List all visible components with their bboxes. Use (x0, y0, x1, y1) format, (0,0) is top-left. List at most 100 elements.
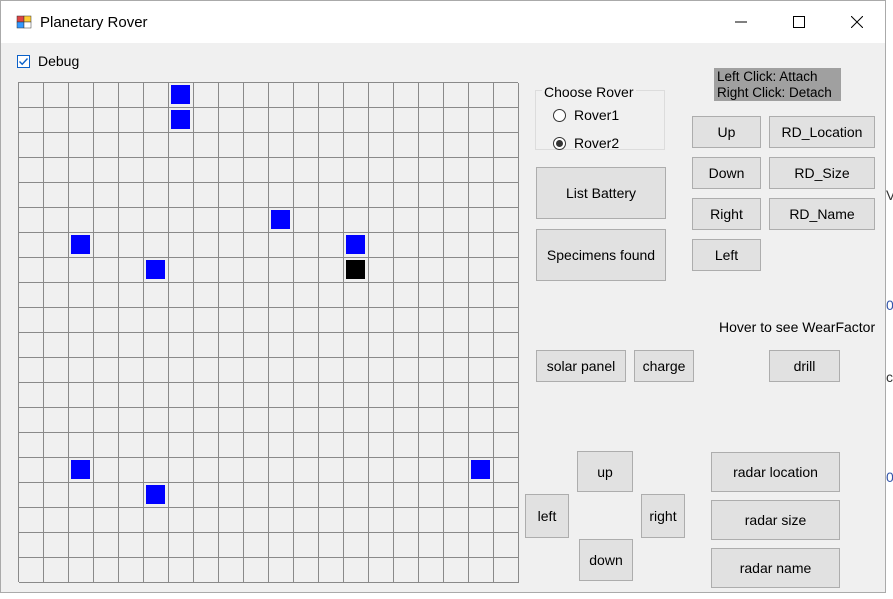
grid-cell[interactable] (444, 533, 469, 558)
grid-cell[interactable] (44, 183, 69, 208)
grid-cell[interactable] (119, 458, 144, 483)
grid-cell[interactable] (369, 183, 394, 208)
grid-cell[interactable] (369, 208, 394, 233)
left-button[interactable]: Left (692, 239, 761, 271)
grid-cell[interactable] (469, 333, 494, 358)
grid-cell[interactable] (169, 408, 194, 433)
grid-cell[interactable] (394, 558, 419, 583)
grid-cell[interactable] (219, 258, 244, 283)
grid-cell[interactable] (219, 383, 244, 408)
grid-cell[interactable] (19, 433, 44, 458)
grid-cell[interactable] (19, 183, 44, 208)
grid-cell[interactable] (344, 308, 369, 333)
grid-cell[interactable] (19, 383, 44, 408)
grid-cell[interactable] (44, 458, 69, 483)
grid-cell[interactable] (44, 258, 69, 283)
grid-cell[interactable] (19, 508, 44, 533)
grid-cell[interactable] (494, 108, 519, 133)
rover-grid[interactable] (18, 82, 519, 583)
grid-cell[interactable] (294, 183, 319, 208)
grid-cell[interactable] (269, 133, 294, 158)
grid-cell[interactable] (344, 233, 369, 258)
grid-cell[interactable] (19, 533, 44, 558)
grid-cell[interactable] (294, 308, 319, 333)
grid-cell[interactable] (344, 158, 369, 183)
grid-cell[interactable] (494, 183, 519, 208)
grid-cell[interactable] (169, 333, 194, 358)
grid-cell[interactable] (494, 383, 519, 408)
grid-cell[interactable] (69, 433, 94, 458)
grid-cell[interactable] (194, 558, 219, 583)
grid-cell[interactable] (44, 83, 69, 108)
grid-cell[interactable] (194, 233, 219, 258)
grid-cell[interactable] (169, 483, 194, 508)
grid-cell[interactable] (69, 508, 94, 533)
grid-cell[interactable] (219, 208, 244, 233)
grid-cell[interactable] (369, 308, 394, 333)
grid-cell[interactable] (444, 283, 469, 308)
grid-cell[interactable] (294, 433, 319, 458)
grid-cell[interactable] (244, 433, 269, 458)
grid-cell[interactable] (69, 333, 94, 358)
grid-cell[interactable] (169, 558, 194, 583)
grid-cell[interactable] (444, 208, 469, 233)
grid-cell[interactable] (69, 283, 94, 308)
grid-cell[interactable] (94, 558, 119, 583)
grid-cell[interactable] (419, 558, 444, 583)
grid-cell[interactable] (169, 358, 194, 383)
grid-cell[interactable] (244, 208, 269, 233)
rd-name-button[interactable]: RD_Name (769, 198, 875, 230)
grid-cell[interactable] (194, 433, 219, 458)
grid-cell[interactable] (494, 83, 519, 108)
grid-cell[interactable] (69, 108, 94, 133)
grid-cell[interactable] (294, 558, 319, 583)
grid-cell[interactable] (194, 208, 219, 233)
grid-cell[interactable] (194, 258, 219, 283)
grid-cell[interactable] (269, 308, 294, 333)
grid-cell[interactable] (444, 258, 469, 283)
grid-cell[interactable] (19, 108, 44, 133)
rd-size-button[interactable]: RD_Size (769, 157, 875, 189)
grid-cell[interactable] (369, 508, 394, 533)
grid-cell[interactable] (469, 458, 494, 483)
grid-cell[interactable] (194, 383, 219, 408)
grid-cell[interactable] (219, 83, 244, 108)
grid-cell[interactable] (344, 433, 369, 458)
drill-button[interactable]: drill (769, 350, 840, 382)
grid-cell[interactable] (94, 358, 119, 383)
grid-cell[interactable] (219, 358, 244, 383)
grid-cell[interactable] (494, 483, 519, 508)
grid-cell[interactable] (44, 308, 69, 333)
grid-cell[interactable] (469, 433, 494, 458)
grid-cell[interactable] (194, 458, 219, 483)
grid-cell[interactable] (394, 183, 419, 208)
grid-cell[interactable] (419, 283, 444, 308)
grid-cell[interactable] (319, 408, 344, 433)
grid-cell[interactable] (244, 133, 269, 158)
grid-cell[interactable] (319, 258, 344, 283)
grid-cell[interactable] (44, 133, 69, 158)
grid-cell[interactable] (444, 433, 469, 458)
up-button[interactable]: Up (692, 116, 761, 148)
radar-location-button[interactable]: radar location (711, 452, 840, 492)
grid-cell[interactable] (394, 458, 419, 483)
grid-cell[interactable] (494, 233, 519, 258)
grid-cell[interactable] (144, 283, 169, 308)
grid-cell[interactable] (419, 433, 444, 458)
grid-cell[interactable] (144, 458, 169, 483)
grid-cell[interactable] (369, 283, 394, 308)
grid-cell[interactable] (419, 383, 444, 408)
grid-cell[interactable] (19, 158, 44, 183)
rover2-option[interactable]: Rover2 (553, 135, 619, 151)
grid-cell[interactable] (319, 183, 344, 208)
grid-cell[interactable] (394, 333, 419, 358)
grid-cell[interactable] (244, 558, 269, 583)
grid-cell[interactable] (169, 133, 194, 158)
grid-cell[interactable] (269, 558, 294, 583)
grid-cell[interactable] (244, 333, 269, 358)
grid-cell[interactable] (169, 433, 194, 458)
grid-cell[interactable] (144, 108, 169, 133)
grid-cell[interactable] (419, 208, 444, 233)
grid-cell[interactable] (444, 233, 469, 258)
grid-cell[interactable] (69, 458, 94, 483)
